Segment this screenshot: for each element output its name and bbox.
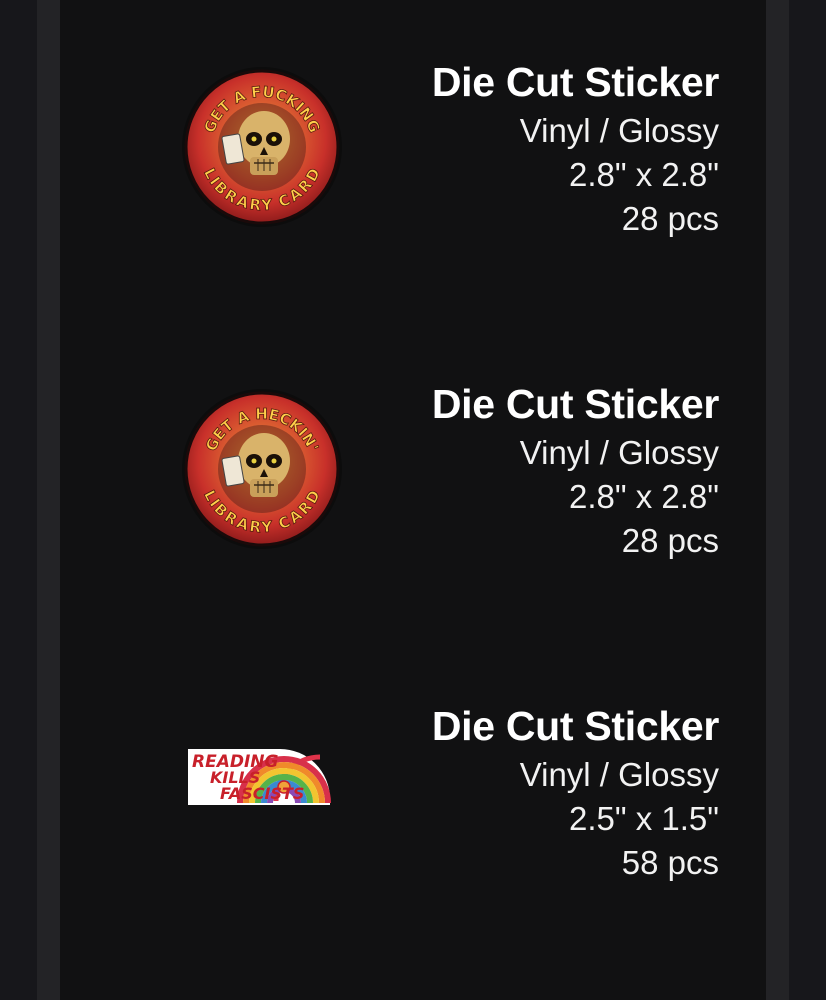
item-details: Die Cut Sticker Vinyl / Glossy 2.8" x 2.…	[432, 55, 719, 241]
item-title: Die Cut Sticker	[431, 381, 719, 427]
sticker-line-3: FASCISTS	[220, 784, 304, 803]
sticker-thumbnail[interactable]: GET A HECKIN' LIBRARY CARD	[180, 387, 344, 551]
sticker-thumbnail[interactable]: GET A FUCKING LIBRARY CARD	[180, 65, 344, 229]
item-size: 2.5" x 1.5"	[568, 800, 719, 837]
rainbow-sticker-icon: READING KILLS FASCISTS	[188, 749, 331, 805]
item-size: 2.8" x 2.8"	[568, 478, 719, 515]
item-size: 2.8" x 2.8"	[568, 156, 719, 193]
left-rail	[37, 0, 60, 1000]
item-material: Vinyl / Glossy	[519, 434, 719, 471]
list-item[interactable]: GET A FUCKING LIBRARY CARD Die Cut Stick…	[60, 55, 766, 255]
item-quantity: 28 pcs	[621, 200, 719, 237]
item-quantity: 28 pcs	[621, 522, 719, 559]
item-quantity: 58 pcs	[621, 844, 719, 881]
item-material: Vinyl / Glossy	[519, 756, 719, 793]
order-items-screen: GET A FUCKING LIBRARY CARD Die Cut Stick…	[0, 0, 826, 1000]
item-title: Die Cut Sticker	[431, 59, 719, 105]
item-details: Die Cut Sticker Vinyl / Glossy 2.8" x 2.…	[432, 377, 719, 563]
list-item[interactable]: GET A HECKIN' LIBRARY CARD Die Cut Stick…	[60, 377, 766, 577]
right-rail	[766, 0, 789, 1000]
skull-sticker-icon: GET A HECKIN' LIBRARY CARD	[182, 389, 342, 549]
skull-sticker-icon: GET A FUCKING LIBRARY CARD	[182, 67, 342, 227]
item-material: Vinyl / Glossy	[519, 112, 719, 149]
item-title: Die Cut Sticker	[431, 703, 719, 749]
list-item[interactable]: READING KILLS FASCISTS Die Cut Sticker V…	[60, 699, 766, 899]
sticker-thumbnail[interactable]: READING KILLS FASCISTS	[180, 709, 344, 873]
item-details: Die Cut Sticker Vinyl / Glossy 2.5" x 1.…	[432, 699, 719, 885]
